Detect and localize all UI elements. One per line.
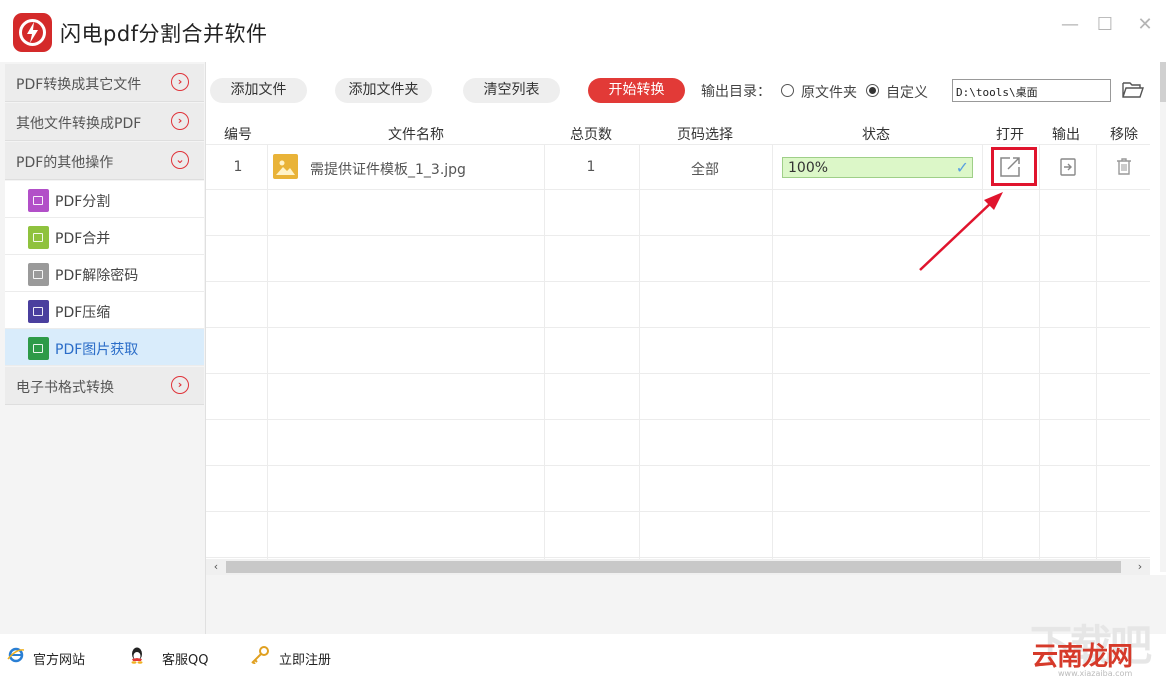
scrollbar-thumb[interactable]: [1160, 62, 1166, 102]
table-row-empty: [206, 374, 1150, 420]
table-row-empty: [206, 466, 1150, 512]
app-title: 闪电pdf分割合并软件: [60, 22, 268, 46]
sidebar-group-label: PDF的其他操作: [16, 155, 114, 171]
scrollbar-thumb[interactable]: [226, 561, 1121, 573]
pdf-compress-icon: [28, 300, 49, 323]
folder-open-icon[interactable]: [1122, 80, 1144, 100]
pdf-merge-icon: [28, 226, 49, 249]
minimize-button[interactable]: —: [1059, 14, 1081, 36]
official-website-link[interactable]: 官方网站: [33, 649, 85, 668]
footer: 官方网站 客服QQ 立即注册 下载吧 云南龙网 www.xiazaiba.com: [0, 621, 1166, 679]
output-icon[interactable]: [1060, 158, 1076, 180]
row-pages: 1: [586, 159, 596, 175]
watermark-text: 云南龙网: [1032, 642, 1133, 672]
table-row-empty: [206, 420, 1150, 466]
sidebar-group-pdf-other-ops[interactable]: PDF的其他操作 ⌄: [5, 142, 204, 180]
qq-icon: [128, 646, 146, 664]
column-divider: [1039, 144, 1040, 560]
radio-custom-folder[interactable]: [866, 84, 879, 97]
checkmark-icon: ✓: [955, 158, 969, 177]
sidebar-group-ebook-convert[interactable]: 电子书格式转换 ›: [5, 367, 204, 405]
table-row-empty: [206, 328, 1150, 374]
watermark-url: www.xiazaiba.com: [1058, 669, 1133, 678]
table-header: 编号 文件名称 总页数 页码选择 状态 打开 输出 移除: [206, 120, 1150, 144]
expand-arrow-icon: ›: [171, 73, 189, 91]
sidebar-item-pdf-split[interactable]: PDF分割: [5, 181, 204, 218]
sidebar-item-pdf-image-extract[interactable]: PDF图片获取: [5, 329, 204, 366]
pdf-image-extract-icon: [28, 337, 49, 360]
add-file-button[interactable]: 添加文件: [210, 78, 307, 103]
sidebar-item-pdf-compress[interactable]: PDF压缩: [5, 292, 204, 329]
col-header-remove: 移除: [1110, 127, 1138, 143]
col-header-output: 输出: [1052, 127, 1080, 143]
scroll-left-icon[interactable]: ‹: [208, 559, 224, 575]
sidebar-item-pdf-unlock[interactable]: PDF解除密码: [5, 255, 204, 292]
row-filename: 需提供证件模板_1_3.jpg: [310, 162, 466, 178]
radio-source-folder[interactable]: [781, 84, 794, 97]
sidebar: PDF转换成其它文件 › 其他文件转换成PDF › PDF的其他操作 ⌄ PDF…: [0, 62, 206, 634]
maximize-button[interactable]: ☐: [1094, 14, 1116, 36]
customer-service-link[interactable]: 客服QQ: [162, 649, 208, 668]
col-header-status: 状态: [862, 127, 890, 143]
app-logo-icon: [13, 13, 52, 52]
content-footer-area: [206, 575, 1166, 634]
output-path-field[interactable]: D:\tools\桌面: [952, 79, 1111, 102]
column-divider: [267, 144, 268, 560]
sidebar-group-other-to-pdf[interactable]: 其他文件转换成PDF ›: [5, 103, 204, 141]
sidebar-group-label: 电子书格式转换: [16, 380, 114, 396]
table-row-empty: [206, 512, 1150, 558]
sidebar-item-label: PDF图片获取: [55, 342, 139, 358]
output-dir-label: 输出目录：: [701, 84, 771, 100]
sidebar-item-label: PDF分割: [55, 194, 111, 210]
col-header-open: 打开: [996, 127, 1024, 143]
sidebar-item-label: PDF压缩: [55, 305, 111, 321]
radio-source-folder-label: 原文件夹: [801, 85, 857, 101]
table-row-empty: [206, 282, 1150, 328]
pdf-unlock-icon: [28, 263, 49, 286]
collapse-arrow-icon: ⌄: [171, 151, 189, 169]
sidebar-item-pdf-merge[interactable]: PDF合并: [5, 218, 204, 255]
sidebar-group-label: PDF转换成其它文件: [16, 77, 142, 93]
toolbar: 添加文件 添加文件夹 清空列表 开始转换 输出目录： 原文件夹 自定义 D:\t…: [206, 62, 1166, 120]
vertical-scrollbar[interactable]: [1160, 62, 1166, 572]
column-divider: [639, 144, 640, 560]
expand-arrow-icon: ›: [171, 112, 189, 130]
row-index: 1: [233, 159, 243, 175]
column-divider: [1096, 144, 1097, 560]
scroll-right-icon[interactable]: ›: [1132, 559, 1148, 575]
sidebar-item-label: PDF解除密码: [55, 268, 139, 284]
clear-list-button[interactable]: 清空列表: [463, 78, 560, 103]
column-divider: [772, 144, 773, 560]
progress-text: 100%: [788, 160, 829, 176]
sidebar-group-label: 其他文件转换成PDF: [16, 116, 142, 132]
horizontal-scrollbar[interactable]: ‹ ›: [206, 559, 1150, 575]
col-header-index: 编号: [224, 127, 252, 143]
progress-bar: 100% ✓: [782, 157, 973, 178]
start-convert-button[interactable]: 开始转换: [588, 78, 685, 103]
key-icon: [250, 646, 269, 665]
col-header-pages: 总页数: [570, 127, 612, 143]
sidebar-item-label: PDF合并: [55, 231, 111, 247]
trash-icon[interactable]: [1116, 157, 1132, 180]
row-page-selection[interactable]: 全部: [650, 159, 760, 179]
sidebar-group-pdf-to-other[interactable]: PDF转换成其它文件 ›: [5, 64, 204, 102]
pdf-split-icon: [28, 189, 49, 212]
col-header-filename: 文件名称: [388, 127, 444, 143]
annotation-arrow-icon: [919, 192, 1003, 271]
close-button[interactable]: ✕: [1134, 14, 1156, 36]
file-table: 编号 文件名称 总页数 页码选择 状态 打开 输出 移除 1 需提供证件模板_1…: [206, 120, 1150, 560]
image-file-icon: [273, 154, 298, 179]
browser-icon: [7, 646, 25, 664]
radio-custom-folder-label: 自定义: [886, 85, 928, 101]
col-header-page-selection: 页码选择: [677, 127, 733, 143]
expand-arrow-icon: ›: [171, 376, 189, 394]
column-divider: [544, 144, 545, 560]
register-link[interactable]: 立即注册: [279, 649, 331, 668]
title-bar: 闪电pdf分割合并软件 — ☐ ✕: [0, 0, 1166, 62]
add-folder-button[interactable]: 添加文件夹: [335, 78, 432, 103]
